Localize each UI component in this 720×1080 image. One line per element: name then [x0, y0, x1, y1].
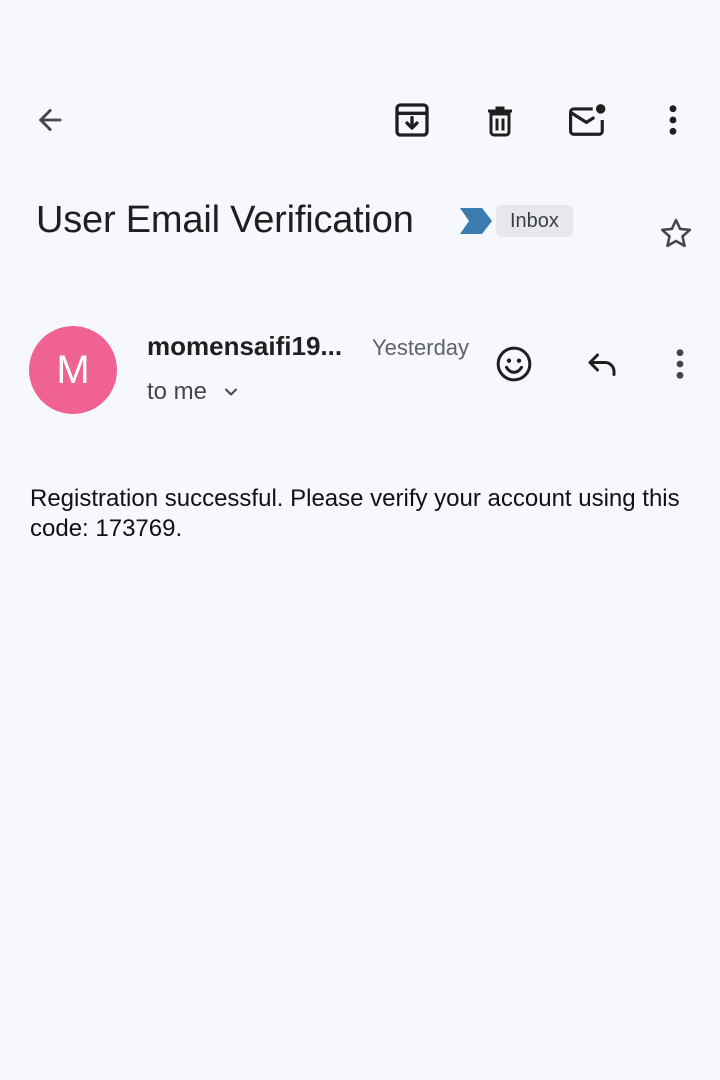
message-more-options-button[interactable]: [650, 334, 710, 394]
sender-row: M momensaifi19... Yesterday to me: [0, 320, 720, 430]
more-vert-icon: [669, 105, 677, 135]
delete-button[interactable]: [470, 90, 530, 150]
email-body: Registration successful. Please verify y…: [30, 485, 680, 542]
back-button[interactable]: [20, 90, 80, 150]
chevron-down-icon: [221, 382, 241, 402]
mark-unread-button[interactable]: [558, 90, 618, 150]
avatar-initial: M: [56, 347, 90, 392]
email-view-screen: User Email Verification Inbox M momensai…: [0, 0, 720, 1080]
reply-button[interactable]: [572, 334, 632, 394]
star-button[interactable]: [656, 214, 696, 254]
archive-button[interactable]: [382, 90, 442, 150]
mark-unread-icon: [569, 104, 606, 136]
importance-marker-icon[interactable]: [460, 208, 492, 234]
trash-icon: [488, 106, 512, 137]
recipient-details-toggle[interactable]: to me: [147, 376, 241, 408]
sender-avatar[interactable]: M: [29, 326, 117, 414]
archive-icon: [395, 103, 429, 137]
sender-name[interactable]: momensaifi19...: [147, 330, 342, 362]
subject-row: User Email Verification Inbox: [36, 190, 716, 270]
add-reaction-button[interactable]: [484, 334, 544, 394]
top-app-bar: [0, 76, 720, 164]
more-vert-icon: [676, 349, 684, 379]
message-time: Yesterday: [372, 335, 470, 360]
arrow-left-icon: [38, 108, 62, 132]
reply-icon: [588, 353, 616, 376]
recipient-label: to me: [147, 378, 208, 405]
label-chip-inbox[interactable]: Inbox: [496, 205, 573, 237]
more-options-button[interactable]: [643, 90, 703, 150]
star-outline-icon: [660, 218, 692, 248]
email-subject: User Email Verification: [36, 199, 414, 241]
smiley-icon: [496, 346, 532, 382]
